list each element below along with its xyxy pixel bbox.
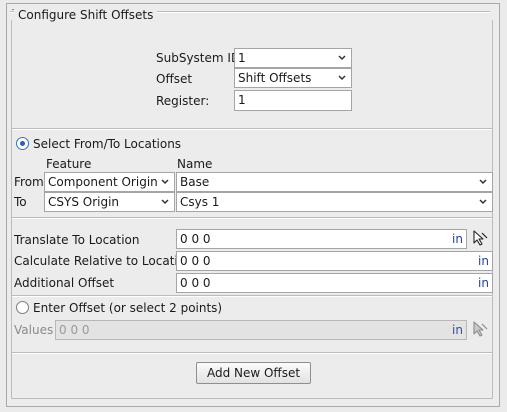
subsystem-id-select[interactable]: 1	[234, 48, 352, 68]
calculate-relative-input[interactable]: 0 0 0 in	[176, 251, 493, 271]
translate-to-location-label: Translate To Location	[14, 233, 140, 247]
chevron-down-icon	[479, 179, 487, 185]
select-from-to-radio[interactable]	[16, 137, 29, 150]
to-feature-select[interactable]: CSYS Origin	[44, 192, 175, 212]
subsystem-id-value: 1	[238, 51, 246, 65]
from-name-value: Base	[180, 175, 210, 189]
add-new-offset-button[interactable]: Add New Offset	[196, 362, 311, 384]
calculate-relative-label: Calculate Relative to Location	[14, 254, 193, 268]
values-value: 0 0 0	[59, 323, 90, 337]
register-value: 1	[238, 93, 246, 107]
unit-label: in	[452, 232, 463, 246]
chevron-down-icon	[479, 199, 487, 205]
chevron-down-icon	[338, 75, 346, 81]
register-label: Register:	[156, 94, 210, 108]
from-feature-select[interactable]: Component Origin	[44, 172, 175, 192]
cursor-pick-icon[interactable]	[471, 229, 489, 247]
additional-offset-input[interactable]: 0 0 0 in	[176, 273, 493, 293]
separator	[12, 295, 492, 297]
calculate-relative-value: 0 0 0	[180, 254, 211, 268]
additional-offset-label: Additional Offset	[14, 276, 115, 290]
from-feature-value: Component Origin	[48, 175, 158, 189]
separator	[12, 217, 492, 219]
radio-selected-dot	[20, 141, 25, 146]
enter-offset-label: Enter Offset (or select 2 points)	[33, 301, 223, 315]
name-column-header: Name	[177, 157, 213, 171]
unit-label: in	[452, 323, 463, 337]
offset-select[interactable]: Shift Offsets	[234, 68, 352, 88]
chevron-down-icon	[161, 199, 169, 205]
separator	[12, 128, 492, 130]
offset-value: Shift Offsets	[238, 71, 312, 85]
to-name-value: Csys 1	[180, 195, 220, 209]
cursor-pick-icon[interactable]	[471, 320, 489, 338]
register-input[interactable]: 1	[234, 90, 352, 111]
translate-to-location-value: 0 0 0	[180, 232, 211, 246]
enter-offset-radio[interactable]	[16, 301, 29, 314]
select-from-to-label: Select From/To Locations	[33, 137, 182, 151]
separator	[12, 352, 492, 354]
values-input[interactable]: 0 0 0 in	[55, 320, 467, 340]
from-label: From	[14, 175, 44, 189]
values-label: Values	[14, 323, 54, 337]
subsystem-id-label: SubSystem ID	[156, 51, 241, 65]
additional-offset-value: 0 0 0	[180, 276, 211, 290]
to-feature-value: CSYS Origin	[48, 195, 120, 209]
chevron-down-icon	[161, 179, 169, 185]
to-name-select[interactable]: Csys 1	[176, 192, 493, 212]
feature-column-header: Feature	[46, 157, 92, 171]
from-name-select[interactable]: Base	[176, 172, 493, 192]
translate-to-location-input[interactable]: 0 0 0 in	[176, 229, 467, 249]
unit-label: in	[478, 276, 489, 290]
unit-label: in	[478, 254, 489, 268]
offset-label: Offset	[156, 72, 193, 86]
chevron-down-icon	[338, 55, 346, 61]
to-label: To	[14, 195, 27, 209]
